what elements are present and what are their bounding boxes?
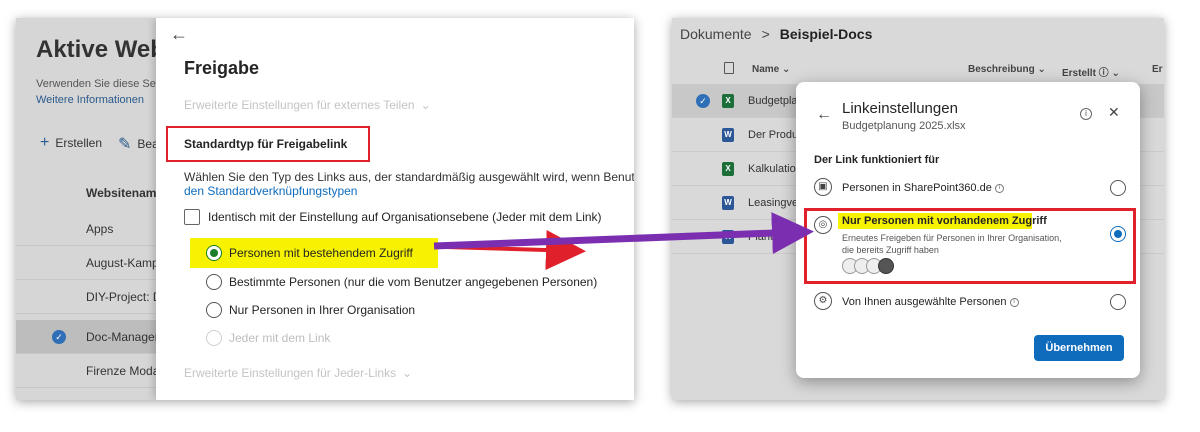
- radio-button[interactable]: [1110, 180, 1126, 196]
- word-file-icon: W: [722, 196, 734, 210]
- checkbox-label: Identisch mit der Einstellung auf Organi…: [208, 210, 602, 224]
- info-icon[interactable]: i: [1009, 297, 1019, 307]
- link-settings-dialog: ← Linkeinstellungen Budgetplanung 2025.x…: [796, 82, 1140, 378]
- create-label: Erstellen: [55, 136, 103, 150]
- file-name[interactable]: Der Produ: [748, 129, 798, 141]
- option-organization-radio[interactable]: [1110, 180, 1126, 196]
- external-settings-expander[interactable]: Erweiterte Einstellungen für externes Te…: [184, 98, 431, 112]
- chevron-down-icon: ⌄: [402, 366, 413, 380]
- link-audience-label: Der Link funktioniert für: [814, 154, 940, 166]
- table-row[interactable]: Firenze Moda: [16, 354, 176, 388]
- radio-organization[interactable]: Nur Personen in Ihrer Organisation: [206, 302, 415, 318]
- excel-file-icon: X: [722, 94, 734, 108]
- sharing-settings-panel: ← Freigabe Erweiterte Einstellungen für …: [156, 18, 634, 400]
- org-level-checkbox-row[interactable]: Identisch mit der Einstellung auf Organi…: [184, 209, 602, 225]
- page-title: Aktive Web: [36, 36, 165, 63]
- radio-button-disabled: [206, 330, 222, 346]
- apply-button[interactable]: Übernehmen: [1034, 335, 1124, 361]
- info-icon[interactable]: i: [1080, 108, 1092, 120]
- radio-button[interactable]: [1110, 294, 1126, 310]
- info-icon[interactable]: i: [994, 183, 1004, 193]
- breadcrumb-current: Beispiel-Docs: [779, 26, 873, 42]
- column-header-extra[interactable]: Er: [1152, 64, 1163, 75]
- option-selected-people[interactable]: Von Ihnen ausgewählte Personen i: [842, 296, 1019, 308]
- table-row[interactable]: DIY-Project: D: [16, 280, 176, 314]
- create-button[interactable]: + Erstellen: [40, 134, 102, 152]
- default-link-type-heading: Standardtyp für Freigabelink: [166, 126, 370, 162]
- option-selected-people-radio[interactable]: [1110, 294, 1126, 310]
- column-description-label: Beschreibung: [968, 64, 1035, 75]
- back-arrow-icon[interactable]: ←: [816, 106, 832, 124]
- sharepoint-admin-screenshot: Aktive Web Verwenden Sie diese Se Weiter…: [16, 18, 634, 400]
- dialog-title: Linkeinstellungen: [842, 100, 958, 117]
- document-type-icon: [724, 62, 734, 74]
- word-file-icon: W: [722, 128, 734, 142]
- radio-button-selected[interactable]: [1110, 226, 1126, 242]
- page-description: Verwenden Sie diese Se: [36, 78, 156, 90]
- excel-file-icon: X: [722, 162, 734, 176]
- row-selected-check-icon[interactable]: ✓: [696, 94, 710, 108]
- radio-button-selected[interactable]: [206, 245, 222, 261]
- radio-label: Jeder mit dem Link: [229, 331, 331, 345]
- panel-title: Freigabe: [184, 58, 260, 78]
- option-existing-access-radio[interactable]: [1110, 226, 1126, 242]
- column-created-label: Erstellt: [1062, 68, 1096, 79]
- organization-icon: ▣: [814, 178, 832, 196]
- file-name[interactable]: Budgetpla: [748, 95, 798, 107]
- help-link[interactable]: den Standardverknüpfungstypen: [184, 184, 357, 198]
- radio-specific-people[interactable]: Bestimmte Personen (nur die vom Benutzer…: [206, 274, 597, 290]
- radio-label: Bestimmte Personen (nur die vom Benutzer…: [229, 275, 598, 289]
- pencil-icon: ✎: [118, 136, 132, 153]
- table-row-selected[interactable]: Doc-Manager: [16, 320, 176, 354]
- radio-label: Personen mit bestehendem Zugriff: [229, 246, 413, 260]
- breadcrumb-root[interactable]: Dokumente: [680, 26, 752, 42]
- column-header-name[interactable]: Name ⌄: [752, 64, 790, 75]
- option-label: Von Ihnen ausgewählte Personen: [842, 296, 1007, 308]
- row-selected-check-icon[interactable]: ✓: [52, 330, 66, 344]
- breadcrumb-separator: >: [761, 26, 770, 42]
- back-arrow-icon[interactable]: ←: [170, 24, 188, 45]
- anyone-settings-expander[interactable]: Erweiterte Einstellungen für Jeder-Links…: [184, 366, 412, 380]
- org-level-checkbox[interactable]: [184, 209, 200, 225]
- option-description: Erneutes Freigeben für Personen in Ihrer…: [842, 233, 1062, 255]
- file-name[interactable]: Planung: [748, 231, 788, 243]
- column-header-created[interactable]: Erstellt ⓘ ⌄: [1062, 64, 1120, 79]
- radio-existing-access[interactable]: Personen mit bestehendem Zugriff: [206, 245, 413, 261]
- external-settings-label: Erweiterte Einstellungen für externes Te…: [184, 98, 415, 112]
- table-row[interactable]: Apps: [16, 212, 176, 246]
- radio-label: Nur Personen in Ihrer Organisation: [229, 303, 416, 317]
- close-icon[interactable]: ✕: [1108, 104, 1120, 121]
- radio-anyone: Jeder mit dem Link: [206, 330, 330, 346]
- anyone-settings-label: Erweiterte Einstellungen für Jeder-Links: [184, 366, 397, 380]
- word-file-icon: W: [722, 230, 734, 244]
- file-name[interactable]: Kalkulatio: [748, 163, 796, 175]
- avatar: [878, 258, 894, 274]
- breadcrumb: Dokumente > Beispiel-Docs: [680, 26, 872, 42]
- option-existing-access[interactable]: Nur Personen mit vorhandenem Zugriff: [842, 215, 1047, 227]
- document-library-screenshot: Dokumente > Beispiel-Docs Name ⌄ Beschre…: [672, 18, 1164, 400]
- option-organization[interactable]: Personen in SharePoint360.de i: [842, 182, 1004, 194]
- column-name-label: Name: [752, 64, 780, 75]
- column-header-description[interactable]: Beschreibung ⌄: [968, 64, 1046, 75]
- radio-button[interactable]: [206, 302, 222, 318]
- help-text: Wählen Sie den Typ des Links aus, der st…: [184, 170, 634, 184]
- edit-button[interactable]: ✎ Bea: [118, 134, 159, 154]
- column-header-sitename[interactable]: Websitename: [86, 186, 163, 200]
- chevron-down-icon: ⌄: [420, 98, 431, 112]
- file-name[interactable]: Leasingve: [748, 197, 798, 209]
- avatar-group: [842, 258, 894, 274]
- option-label: Personen in SharePoint360.de: [842, 182, 992, 194]
- person-select-icon: ⚙: [814, 292, 832, 310]
- people-icon: ◎: [814, 216, 832, 234]
- dialog-subtitle: Budgetplanung 2025.xlsx: [842, 120, 966, 132]
- table-row[interactable]: August-Kamp: [16, 246, 176, 280]
- more-info-link[interactable]: Weitere Informationen: [36, 94, 144, 106]
- plus-icon: +: [40, 134, 50, 151]
- radio-button[interactable]: [206, 274, 222, 290]
